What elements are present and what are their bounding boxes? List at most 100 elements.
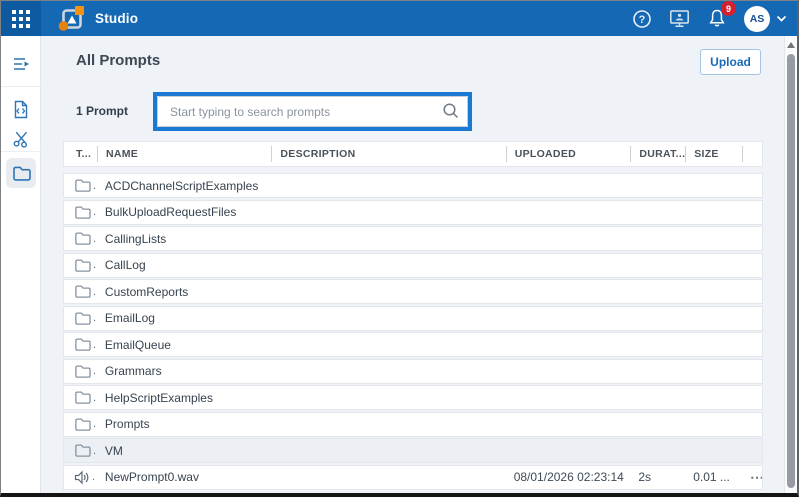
row-actions-menu[interactable]: ⋯	[742, 469, 762, 486]
svg-text:?: ?	[639, 14, 646, 26]
row-uploaded: 08/01/2026 02:23:14	[506, 470, 631, 484]
sidebar-item-files[interactable]	[6, 158, 36, 188]
row-name: HelpScriptExamples	[97, 391, 271, 405]
table-row[interactable]: ... EmailLog	[63, 306, 763, 331]
code-file-icon	[12, 100, 30, 119]
row-name: EmailQueue	[97, 338, 271, 352]
folder-icon	[74, 417, 91, 432]
script-list-icon	[12, 55, 31, 73]
column-header-cell[interactable]	[742, 146, 762, 162]
app-launcher-button[interactable]	[1, 1, 41, 36]
column-label: T...	[76, 148, 91, 160]
table-row[interactable]: ... EmailQueue	[63, 332, 763, 357]
studio-logo-icon	[58, 5, 85, 32]
column-label: SIZE	[694, 148, 719, 160]
scrollbar-thumb[interactable]	[787, 54, 795, 488]
column-header-cell[interactable]: T...	[64, 146, 97, 162]
notifications-button[interactable]: 9	[707, 8, 727, 29]
folder-icon	[74, 337, 91, 352]
column-header-cell[interactable]: SIZE	[685, 146, 742, 162]
avatar-initials: AS	[750, 13, 765, 25]
vertical-scrollbar	[784, 36, 797, 493]
row-type-cell: ...	[64, 231, 97, 246]
row-name: CallingLists	[97, 232, 271, 246]
folder-icon	[74, 364, 91, 379]
notification-badge: 9	[721, 1, 736, 16]
app-title: Studio	[95, 11, 138, 26]
sidebar-divider	[1, 86, 41, 87]
row-name: ACDChannelScriptExamples	[97, 179, 271, 193]
row-type-cell: ...	[64, 284, 97, 299]
upload-button[interactable]: Upload	[700, 49, 761, 75]
row-type-cell: ...	[64, 205, 97, 220]
row-type-cell: ...	[64, 470, 97, 485]
folder-icon	[74, 284, 91, 299]
column-label: UPLOADED	[515, 148, 576, 160]
table-row[interactable]: ... ACDChannelScriptExamples	[63, 173, 763, 198]
user-avatar[interactable]: AS	[744, 6, 770, 32]
row-duration: 2s	[630, 470, 685, 484]
table-row[interactable]: ... NewPrompt0.wav 08/01/2026 02:23:14 2…	[63, 465, 763, 490]
row-type-cell: ...	[64, 417, 97, 432]
screen-share-icon	[669, 9, 690, 28]
waffle-icon	[12, 10, 30, 28]
row-size: 0.01 ...	[685, 470, 742, 484]
table-row[interactable]: ... Prompts	[63, 412, 763, 437]
column-label: DESCRIPTION	[280, 148, 355, 160]
table-row[interactable]: ... Grammars	[63, 359, 763, 384]
folder-icon	[74, 390, 91, 405]
help-button[interactable]: ?	[632, 9, 652, 29]
row-type-cell: ...	[64, 390, 97, 405]
sidebar-item-code-files[interactable]	[6, 94, 36, 124]
search-box	[157, 96, 468, 127]
row-name: NewPrompt0.wav	[97, 470, 271, 484]
folder-icon	[74, 258, 91, 273]
user-menu-chevron[interactable]	[776, 15, 787, 23]
help-icon: ?	[632, 9, 652, 29]
column-label: DURAT...	[639, 148, 685, 160]
row-name: CustomReports	[97, 285, 271, 299]
folder-icon	[12, 165, 31, 182]
table-body: ... ACDChannelScriptExamples ... BulkUpl…	[63, 173, 763, 491]
table-row[interactable]: ... CallLog	[63, 253, 763, 278]
row-type-cell: ...	[64, 311, 97, 326]
row-name: EmailLog	[97, 311, 271, 325]
folder-icon	[74, 443, 91, 458]
table-header-row: T... NAME DESCRIPTION UPLOADED DURAT... …	[63, 141, 763, 167]
folder-icon	[74, 311, 91, 326]
row-name: Grammars	[97, 364, 271, 378]
table-row[interactable]: ... CallingLists	[63, 226, 763, 251]
column-label: NAME	[106, 148, 138, 160]
column-header-cell[interactable]: DESCRIPTION	[271, 146, 505, 162]
sidebar-item-snippets[interactable]	[6, 123, 36, 153]
topbar-actions: ? 9 AS	[632, 6, 797, 32]
table-row[interactable]: ... CustomReports	[63, 279, 763, 304]
row-type-cell: ...	[64, 337, 97, 352]
table-row[interactable]: ... HelpScriptExamples	[63, 385, 763, 410]
folder-icon	[74, 178, 91, 193]
table-row[interactable]: ... VM	[63, 438, 763, 463]
scrollbar-up-arrow[interactable]	[787, 42, 795, 48]
chevron-down-icon	[776, 15, 787, 23]
app-window: Studio ? 9	[0, 0, 799, 497]
table-row[interactable]: ... BulkUploadRequestFiles	[63, 200, 763, 225]
row-type-cell: ...	[64, 443, 97, 458]
folder-icon	[74, 231, 91, 246]
annotation-highlight-box	[153, 92, 472, 131]
folder-icon	[74, 205, 91, 220]
search-input[interactable]	[157, 96, 468, 127]
screen-share-button[interactable]	[669, 9, 690, 28]
row-type-cell: ...	[64, 178, 97, 193]
column-header-cell[interactable]: NAME	[97, 146, 271, 162]
column-header-cell[interactable]: DURAT...	[630, 146, 685, 162]
sidebar-item-scripts[interactable]	[6, 49, 36, 79]
row-type-cell: ...	[64, 258, 97, 273]
column-header-cell[interactable]: UPLOADED	[506, 146, 631, 162]
prompt-count-label: 1 Prompt	[76, 92, 128, 130]
audio-icon	[74, 470, 90, 485]
row-name: Prompts	[97, 417, 271, 431]
row-name: CallLog	[97, 258, 271, 272]
top-navigation-bar: Studio ? 9	[1, 1, 797, 36]
sidebar-divider	[1, 151, 41, 152]
row-name: BulkUploadRequestFiles	[97, 205, 271, 219]
